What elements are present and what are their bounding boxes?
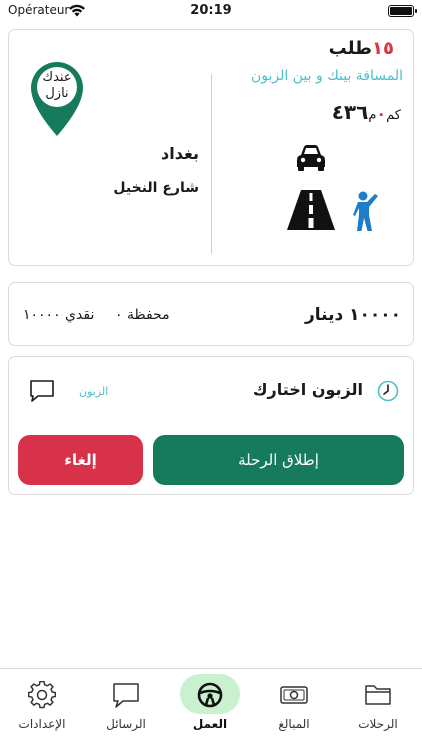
pickup-street: شارع النخيل (113, 180, 199, 196)
wallet-amount: محفظة ٠ (115, 307, 170, 323)
distance-km-unit: كم (386, 108, 401, 123)
tab-settings-label: الإعدادات (18, 717, 66, 731)
gear-icon (28, 681, 56, 709)
clock-time: 20:19 (190, 3, 232, 18)
distance-value: كم٠م٤٣٦ (332, 100, 401, 124)
road-icon (287, 190, 335, 230)
order-title-label: طلب (328, 38, 373, 59)
tab-messages[interactable]: الرسائل (84, 669, 168, 739)
clock-icon (377, 380, 399, 402)
order-title: ١٥طلب (329, 38, 397, 59)
start-trip-button[interactable]: إطلاق الرحلة (153, 435, 404, 485)
hailing-person-icon (353, 191, 378, 231)
cash-amount: نقدي ١٠٠٠٠ (23, 307, 95, 323)
tab-trips[interactable]: الرحلات (336, 669, 420, 739)
distance-m-value: ٠ (376, 104, 387, 123)
tab-work[interactable]: العمل (168, 669, 252, 739)
battery-icon (388, 5, 417, 17)
pin-label-line1: عندك (42, 70, 72, 85)
banknote-icon (280, 686, 308, 704)
vertical-divider (211, 74, 212, 254)
distance-km-value: ٤٣٦ (331, 100, 369, 124)
tab-amounts-label: المبالغ (278, 717, 310, 731)
pin-label-line2: نازل (45, 86, 69, 101)
steering-wheel-icon (197, 682, 223, 708)
trip-status-card: الزبون اختارك الزبون إطلاق الرحلة إلغاء (8, 356, 414, 495)
payment-card: ١٠٠٠٠ دينار محفظة ٠ نقدي ١٠٠٠٠ (8, 282, 414, 346)
customer-chose-message: الزبون اختارك (252, 380, 363, 399)
pickup-city: بغداد (161, 144, 199, 163)
status-bar: Opérateur 20:19 (0, 0, 422, 22)
tab-messages-label: الرسائل (106, 717, 146, 731)
tab-trips-label: الرحلات (358, 717, 398, 731)
order-number: ١٥ (372, 38, 394, 59)
chat-icon[interactable] (29, 379, 55, 403)
tab-work-label: العمل (192, 717, 228, 731)
customer-label: الزبون (79, 385, 109, 398)
order-card[interactable]: ١٥طلب المسافة بينك و بين الزبون كم٠م٤٣٦ … (8, 29, 414, 266)
bottom-tab-bar: الإعدادات الرسائل العمل المبالغ الرحلات (0, 668, 422, 750)
chat-bubble-icon (113, 683, 139, 708)
trip-price: ١٠٠٠٠ دينار (304, 305, 401, 325)
pin-label: عندك نازل (37, 70, 77, 102)
cancel-button[interactable]: إلغاء (18, 435, 143, 485)
distance-description: المسافة بينك و بين الزبون (251, 68, 403, 84)
car-icon (297, 145, 325, 171)
folder-icon (365, 685, 391, 705)
tab-settings[interactable]: الإعدادات (0, 669, 84, 739)
tab-amounts[interactable]: المبالغ (252, 669, 336, 739)
